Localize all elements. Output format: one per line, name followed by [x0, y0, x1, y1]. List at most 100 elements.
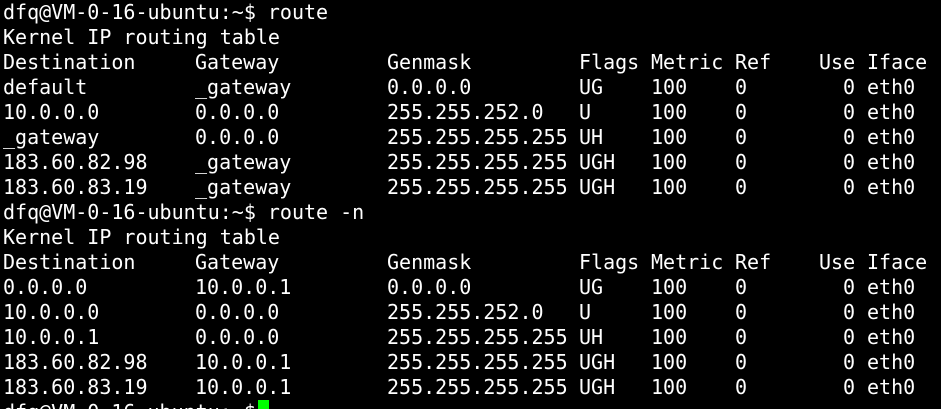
cell-use: 0 — [842, 125, 855, 149]
cell-metric: 100 — [651, 350, 688, 374]
cell-gateway: 0.0.0.0 — [195, 300, 280, 324]
command-text: route — [267, 0, 329, 24]
cell-flags: UGH — [579, 350, 616, 374]
cell-iface: eth0 — [867, 325, 916, 349]
cell-iface: eth0 — [867, 125, 916, 149]
cell-flags: UGH — [579, 150, 616, 174]
header-flags: Flags — [579, 50, 640, 74]
table-row: _gateway 0.0.0.0 255.255.255.255 UH 100 … — [0, 125, 941, 150]
header-ref: Ref — [735, 250, 772, 274]
cell-iface: eth0 — [867, 300, 916, 324]
cell-use: 0 — [842, 100, 855, 124]
header-genmask: Genmask — [387, 250, 472, 274]
table-row: 0.0.0.0 10.0.0.1 0.0.0.0 UG 100 0 0 eth0 — [0, 275, 941, 300]
cell-gateway: _gateway — [195, 175, 292, 199]
cell-ref: 0 — [735, 75, 748, 99]
cell-iface: eth0 — [867, 375, 916, 399]
header-destination: Destination — [3, 50, 136, 74]
table-title-text: Kernel IP routing table — [3, 25, 280, 49]
active-prompt-line[interactable]: dfq@VM-0-16-ubuntu:~$ — [0, 400, 941, 409]
cell-genmask: 255.255.255.255 — [387, 175, 568, 199]
cell-use: 0 — [842, 275, 855, 299]
cell-genmask: 0.0.0.0 — [387, 75, 472, 99]
cell-ref: 0 — [735, 150, 748, 174]
cell-use: 0 — [842, 175, 855, 199]
cell-use: 0 — [842, 75, 855, 99]
cell-flags: UG — [579, 275, 604, 299]
header-destination: Destination — [3, 250, 136, 274]
cell-metric: 100 — [651, 175, 688, 199]
table-row: 183.60.83.19 _gateway 255.255.255.255 UG… — [0, 175, 941, 200]
terminal-window[interactable]: dfq@VM-0-16-ubuntu:~$ route Kernel IP rou… — [0, 0, 941, 409]
cell-iface: eth0 — [867, 275, 916, 299]
cell-gateway: _gateway — [195, 150, 292, 174]
cell-destination: 10.0.0.0 — [3, 100, 100, 124]
cell-flags: UH — [579, 125, 604, 149]
cell-metric: 100 — [651, 300, 688, 324]
cell-gateway: 0.0.0.0 — [195, 100, 280, 124]
cell-destination: 183.60.82.98 — [3, 350, 148, 374]
cell-gateway: 10.0.0.1 — [195, 350, 292, 374]
prompt-line: dfq@VM-0-16-ubuntu:~$ route — [0, 0, 941, 25]
cell-genmask: 255.255.255.255 — [387, 150, 568, 174]
cell-metric: 100 — [651, 150, 688, 174]
cell-iface: eth0 — [867, 150, 916, 174]
cell-genmask: 255.255.252.0 — [387, 300, 544, 324]
table-title-text: Kernel IP routing table — [3, 225, 280, 249]
table-row: 10.0.0.1 0.0.0.0 255.255.255.255 UH 100 … — [0, 325, 941, 350]
cell-genmask: 255.255.255.255 — [387, 325, 568, 349]
cell-flags: U — [579, 100, 592, 124]
table-row: 183.60.83.19 10.0.0.1 255.255.255.255 UG… — [0, 375, 941, 400]
command-text: route -n — [267, 200, 365, 224]
cell-iface: eth0 — [867, 75, 916, 99]
cell-ref: 0 — [735, 175, 748, 199]
cell-ref: 0 — [735, 350, 748, 374]
table-row: 183.60.82.98 _gateway 255.255.255.255 UG… — [0, 150, 941, 175]
header-use: Use — [819, 250, 856, 274]
header-iface: Iface — [867, 250, 928, 274]
cell-metric: 100 — [651, 75, 688, 99]
cell-destination: default — [3, 75, 88, 99]
cell-ref: 0 — [735, 275, 748, 299]
cell-gateway: 0.0.0.0 — [195, 325, 280, 349]
header-gateway: Gateway — [195, 250, 280, 274]
header-gateway: Gateway — [195, 50, 280, 74]
cell-destination: 183.60.82.98 — [3, 150, 148, 174]
header-genmask: Genmask — [387, 50, 472, 74]
cell-destination: 183.60.83.19 — [3, 375, 148, 399]
cell-flags: UH — [579, 325, 604, 349]
cell-use: 0 — [842, 300, 855, 324]
header-metric: Metric — [651, 250, 724, 274]
cell-genmask: 255.255.255.255 — [387, 125, 568, 149]
cell-flags: UGH — [579, 375, 616, 399]
header-iface: Iface — [867, 50, 928, 74]
prompt-line: dfq@VM-0-16-ubuntu:~$ route -n — [0, 200, 941, 225]
cell-gateway: 0.0.0.0 — [195, 125, 280, 149]
cell-genmask: 255.255.255.255 — [387, 350, 568, 374]
header-flags: Flags — [579, 250, 640, 274]
cell-destination: 0.0.0.0 — [3, 275, 88, 299]
cell-iface: eth0 — [867, 100, 916, 124]
cell-genmask: 255.255.255.255 — [387, 375, 568, 399]
cell-gateway: _gateway — [195, 75, 292, 99]
cell-use: 0 — [842, 325, 855, 349]
cell-flags: U — [579, 300, 592, 324]
cell-iface: eth0 — [867, 175, 916, 199]
cell-destination: 183.60.83.19 — [3, 175, 148, 199]
cell-flags: UGH — [579, 175, 616, 199]
header-metric: Metric — [651, 50, 724, 74]
cell-metric: 100 — [651, 375, 688, 399]
cell-iface: eth0 — [867, 350, 916, 374]
prompt: dfq@VM-0-16-ubuntu:~$ — [3, 200, 256, 224]
cell-destination: 10.0.0.1 — [3, 325, 100, 349]
table-header-row: Destination Gateway Genmask Flags Metric… — [0, 50, 941, 75]
cell-metric: 100 — [651, 125, 688, 149]
cell-metric: 100 — [651, 275, 688, 299]
cell-ref: 0 — [735, 100, 748, 124]
cell-ref: 0 — [735, 325, 748, 349]
table-title: Kernel IP routing table — [0, 225, 941, 250]
header-use: Use — [819, 50, 856, 74]
cell-flags: UG — [579, 75, 604, 99]
cell-ref: 0 — [735, 125, 748, 149]
table-header-row: Destination Gateway Genmask Flags Metric… — [0, 250, 941, 275]
